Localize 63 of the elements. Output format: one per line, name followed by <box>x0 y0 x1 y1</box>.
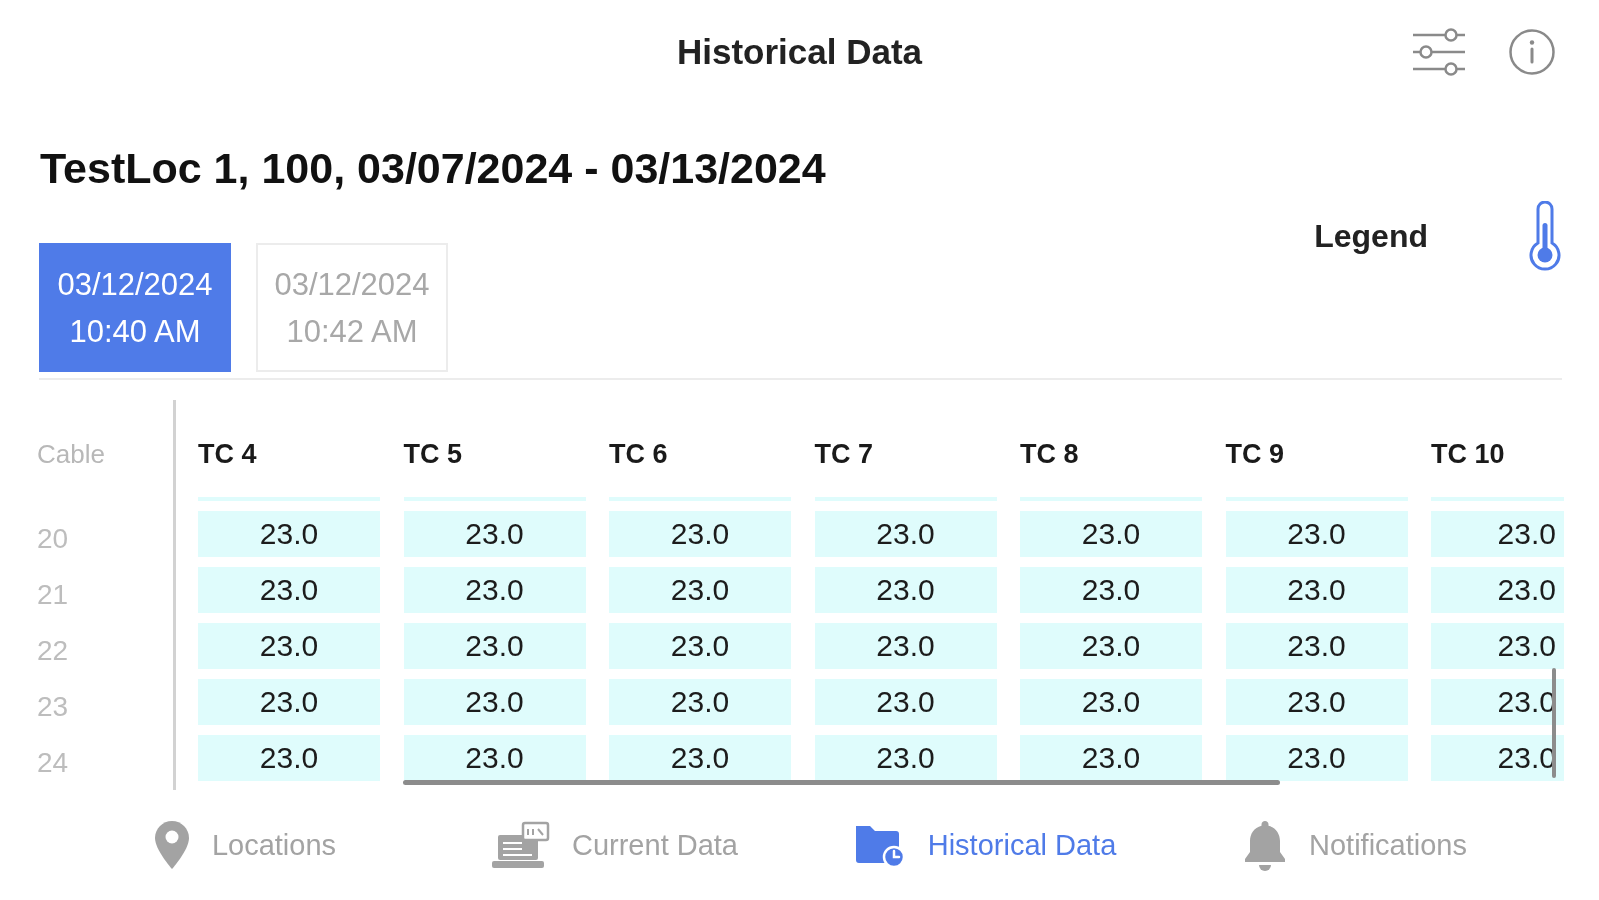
table-cell: 23.0 <box>609 735 791 781</box>
nav-tab[interactable]: Notifications <box>1243 819 1467 871</box>
timestamp-tab[interactable]: 03/12/2024 10:42 AM <box>256 243 448 372</box>
nav-tab[interactable]: Historical Data <box>853 821 1117 869</box>
table-cell: 23.0 <box>1020 623 1202 669</box>
row-label: 23 <box>37 692 69 722</box>
sliders-icon[interactable] <box>1411 27 1467 77</box>
column-header: TC 7 <box>814 439 873 469</box>
table-cell: 23.0 <box>403 511 586 557</box>
map-pin-icon <box>153 820 190 870</box>
column-header: TC 8 <box>1020 439 1079 469</box>
table-cell: 23.0 <box>1020 679 1202 725</box>
row-label: 24 <box>37 748 69 778</box>
vertical-scrollbar[interactable] <box>1552 668 1556 778</box>
table-cell: 23.0 <box>1225 623 1408 669</box>
table-cell: 23.0 <box>198 511 380 557</box>
table-cell: 23.0 <box>403 567 586 613</box>
table-cell: 23.0 <box>814 623 997 669</box>
column-header: TC 5 <box>403 439 462 469</box>
legend-label: Legend <box>1314 217 1428 255</box>
table-cell: 23.0 <box>1020 511 1202 557</box>
bell-icon <box>1243 819 1287 871</box>
table-cell: 23.0 <box>814 679 997 725</box>
table-cell: 23.0 <box>1020 735 1202 781</box>
table-cell: 23.0 <box>198 679 380 725</box>
table-cell: 23.0 <box>403 735 586 781</box>
table-cell: 23.0 <box>1225 567 1408 613</box>
column-header: TC 4 <box>198 439 257 469</box>
table-cell: 23.0 <box>1431 511 1564 557</box>
column-header: TC 9 <box>1225 439 1284 469</box>
table-cell: 23.0 <box>814 735 997 781</box>
table-cell: 23.0 <box>403 679 586 725</box>
info-icon[interactable] <box>1509 29 1555 75</box>
row-header-label: Cable <box>37 439 105 469</box>
nav-tab[interactable]: Current Data <box>492 821 738 869</box>
table-cell: 23.0 <box>1225 511 1408 557</box>
table-cell: 23.0 <box>198 567 380 613</box>
horizontal-scrollbar[interactable] <box>403 780 1280 785</box>
table-cell: 23.0 <box>198 735 380 781</box>
row-label: 20 <box>37 524 69 554</box>
timestamp-tab[interactable]: 03/12/2024 10:40 AM <box>39 243 231 372</box>
table-cell: 23.0 <box>198 623 380 669</box>
table-cell: 23.0 <box>609 679 791 725</box>
column-header: TC 6 <box>609 439 668 469</box>
page-title: Historical Data <box>676 32 923 72</box>
table-cell: 23.0 <box>609 511 791 557</box>
report-title: TestLoc 1, 100, 03/07/2024 - 03/13/2024 <box>40 143 826 193</box>
table-cell: 23.0 <box>403 623 586 669</box>
table-cell: 23.0 <box>1431 567 1564 613</box>
table-cell: 23.0 <box>814 567 997 613</box>
table-cell: 23.0 <box>609 567 791 613</box>
row-label: 22 <box>37 636 69 666</box>
column-header: TC 10 <box>1431 439 1505 469</box>
thermometer-icon[interactable] <box>1528 201 1562 271</box>
table-cell: 23.0 <box>1431 623 1564 669</box>
table-cell: 23.0 <box>609 623 791 669</box>
table-cell: 23.0 <box>1020 567 1202 613</box>
nav-tab[interactable]: Locations <box>153 820 337 870</box>
laptop-icon <box>492 821 550 869</box>
table-cell: 23.0 <box>814 511 997 557</box>
table-cell: 23.0 <box>1225 679 1408 725</box>
row-label: 21 <box>37 580 69 610</box>
table-cell: 23.0 <box>1225 735 1408 781</box>
